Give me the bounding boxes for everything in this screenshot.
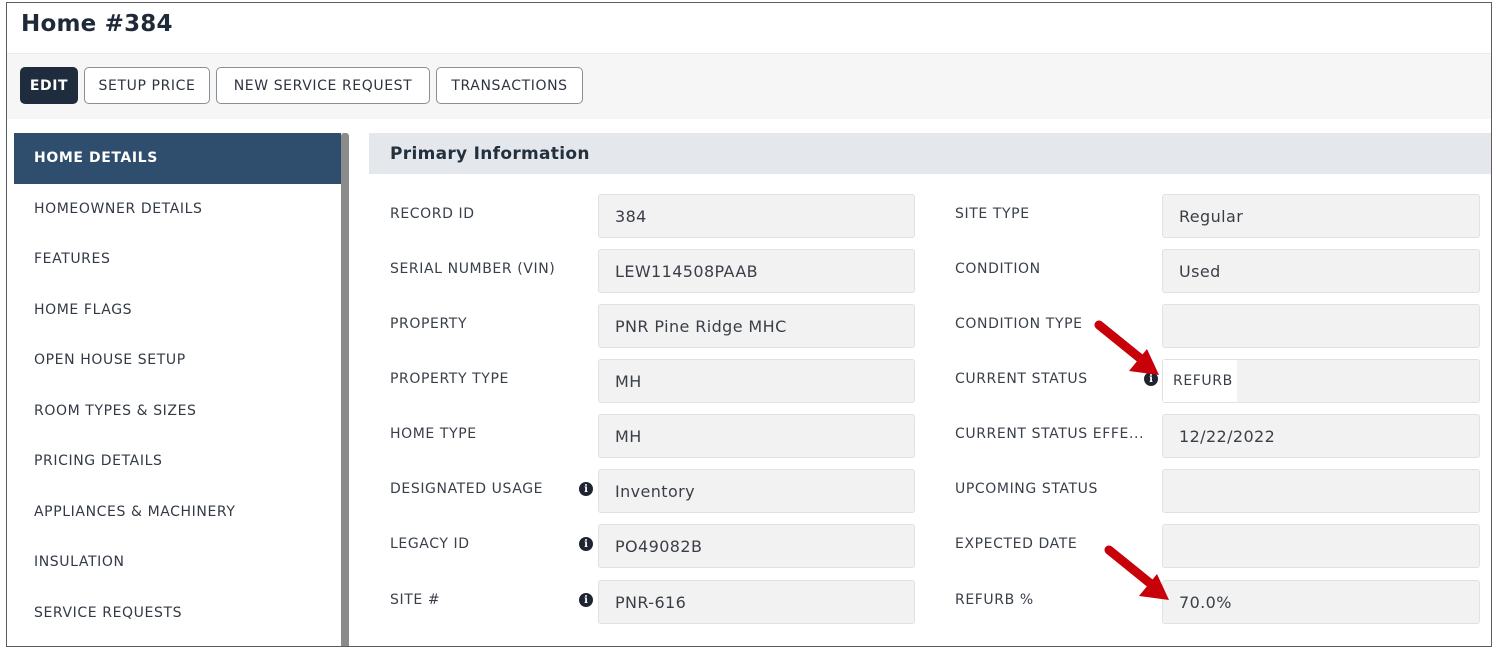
condition-type-field[interactable]: [1162, 304, 1480, 348]
home-type-label: HOME TYPE: [390, 426, 477, 442]
serial-number-field[interactable]: LEW114508PAAB: [598, 249, 915, 293]
legacy-id-field[interactable]: PO49082B: [598, 524, 915, 568]
setup-price-button[interactable]: SETUP PRICE: [84, 67, 210, 104]
sidebar-item-homeowner-details[interactable]: HOMEOWNER DETAILS: [14, 184, 341, 235]
refurb-percent-label: REFURB %: [955, 592, 1034, 608]
sidebar-item-features[interactable]: FEATURES: [14, 234, 341, 285]
expected-date-label: EXPECTED DATE: [955, 536, 1078, 552]
sidebar-item-open-house-setup[interactable]: OPEN HOUSE SETUP: [14, 335, 341, 386]
sidebar-item-appliances-machinery[interactable]: APPLIANCES & MACHINERY: [14, 487, 341, 538]
current-status-effective-field[interactable]: 12/22/2022: [1162, 414, 1480, 458]
edit-button[interactable]: EDIT: [20, 67, 78, 104]
property-label: PROPERTY: [390, 316, 468, 332]
designated-usage-label: DESIGNATED USAGE: [390, 481, 544, 497]
current-status-field[interactable]: REFURB: [1162, 359, 1480, 403]
home-type-field[interactable]: MH: [598, 414, 915, 458]
sidebar-item-insulation[interactable]: INSULATION: [14, 537, 341, 588]
expected-date-field[interactable]: [1162, 524, 1480, 568]
designated-usage-field[interactable]: Inventory: [598, 469, 915, 513]
info-icon[interactable]: i: [1144, 372, 1158, 386]
condition-label: CONDITION: [955, 261, 1041, 277]
sidebar-item-home-details[interactable]: HOME DETAILS: [14, 133, 341, 184]
legacy-id-label: LEGACY ID: [390, 536, 470, 552]
sidebar-item-room-types-sizes[interactable]: ROOM TYPES & SIZES: [14, 386, 341, 437]
site-number-label: SITE #: [390, 592, 441, 608]
page-title: Home #384: [21, 11, 173, 37]
sidebar-item-service-requests[interactable]: SERVICE REQUESTS: [14, 588, 341, 639]
property-field[interactable]: PNR Pine Ridge MHC: [598, 304, 915, 348]
sidebar-item-pricing-details[interactable]: PRICING DETAILS: [14, 436, 341, 487]
refurb-percent-field[interactable]: 70.0%: [1162, 580, 1480, 624]
current-status-label: CURRENT STATUS: [955, 371, 1088, 387]
panel-header: Primary Information: [369, 133, 1491, 174]
primary-information-panel: Primary Information RECORD ID 384 SERIAL…: [369, 133, 1491, 646]
sidebar-scrollbar[interactable]: [341, 133, 349, 646]
property-type-field[interactable]: MH: [598, 359, 915, 403]
app-window: Home #384 EDIT SETUP PRICE NEW SERVICE R…: [6, 2, 1492, 647]
current-status-value: REFURB: [1163, 360, 1237, 402]
transactions-button[interactable]: TRANSACTIONS: [436, 67, 583, 104]
sidebar-nav: HOME DETAILS HOMEOWNER DETAILS FEATURES …: [14, 133, 341, 646]
upcoming-status-label: UPCOMING STATUS: [955, 481, 1098, 497]
sidebar-item-home-flags[interactable]: HOME FLAGS: [14, 285, 341, 336]
condition-field[interactable]: Used: [1162, 249, 1480, 293]
current-status-effective-label: CURRENT STATUS EFFE...: [955, 426, 1145, 442]
upcoming-status-field[interactable]: [1162, 469, 1480, 513]
toolbar: EDIT SETUP PRICE NEW SERVICE REQUEST TRA…: [7, 53, 1491, 119]
site-type-label: SITE TYPE: [955, 206, 1030, 222]
site-number-field[interactable]: PNR-616: [598, 580, 915, 624]
info-icon[interactable]: i: [579, 537, 593, 551]
property-type-label: PROPERTY TYPE: [390, 371, 509, 387]
info-icon[interactable]: i: [579, 482, 593, 496]
site-type-field[interactable]: Regular: [1162, 194, 1480, 238]
record-id-label: RECORD ID: [390, 206, 475, 222]
info-icon[interactable]: i: [579, 593, 593, 607]
condition-type-label: CONDITION TYPE: [955, 316, 1083, 332]
new-service-request-button[interactable]: NEW SERVICE REQUEST: [216, 67, 430, 104]
record-id-field[interactable]: 384: [598, 194, 915, 238]
serial-number-label: SERIAL NUMBER (VIN): [390, 261, 556, 277]
